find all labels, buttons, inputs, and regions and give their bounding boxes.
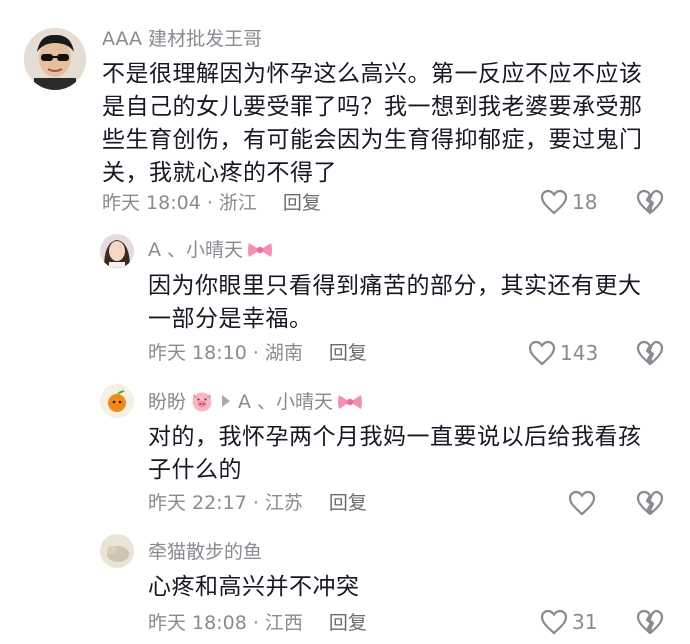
comment-username[interactable]: A 、小晴天	[148, 238, 273, 266]
comment-time-location: 昨天 18:10 · 湖南	[148, 342, 303, 364]
broken-heart-icon	[636, 189, 664, 215]
comment-time-location: 昨天 22:17 · 江苏	[148, 492, 303, 514]
avatar[interactable]	[100, 534, 134, 568]
heart-outline-icon	[540, 609, 568, 635]
heart-outline-icon	[568, 490, 596, 516]
comment-meta: 昨天 18:04 · 浙江 回复	[102, 191, 321, 215]
like-count: 143	[560, 341, 599, 365]
comment-text: 因为你眼里只看得到痛苦的部分，其实还有更大一部分是幸福。	[148, 273, 642, 332]
comment-username[interactable]: 盼盼 A 、小晴天	[148, 390, 363, 418]
avatar-beige	[100, 534, 134, 568]
reply-button[interactable]: 回复	[329, 342, 367, 364]
comment-meta: 昨天 18:10 · 湖南 回复	[148, 341, 367, 365]
avatar[interactable]	[100, 234, 134, 268]
reply-button[interactable]: 回复	[283, 192, 321, 214]
dislike-button[interactable]	[636, 189, 664, 215]
avatar-person-sunglasses	[24, 28, 86, 90]
comment-meta: 昨天 22:17 · 江苏 回复	[148, 491, 367, 515]
like-button[interactable]: 143	[528, 340, 598, 366]
broken-heart-icon	[636, 490, 664, 516]
avatar[interactable]	[100, 384, 134, 418]
reply-button[interactable]: 回复	[329, 492, 367, 514]
heart-outline-icon	[540, 189, 568, 215]
comment-time-location: 昨天 18:04 · 浙江	[102, 192, 257, 214]
like-button[interactable]: 31	[540, 609, 597, 635]
avatar[interactable]	[24, 28, 86, 90]
comment-username[interactable]: 牵猫散步的鱼	[148, 540, 262, 564]
pink-bow-icon	[247, 240, 273, 266]
comment-username[interactable]: AAA 建材批发王哥	[102, 27, 262, 51]
like-count: 31	[572, 610, 598, 634]
dislike-button[interactable]	[636, 490, 664, 516]
heart-outline-icon	[528, 340, 556, 366]
like-button[interactable]: 18	[540, 189, 597, 215]
avatar-orange	[100, 384, 134, 418]
dislike-button[interactable]	[636, 340, 664, 366]
pig-face-icon	[190, 390, 214, 418]
broken-heart-icon	[636, 609, 664, 635]
reply-to-username[interactable]: A 、小晴天	[238, 391, 333, 413]
dislike-button[interactable]	[636, 609, 664, 635]
reply-button[interactable]: 回复	[329, 612, 367, 634]
comment-text: 对的，我怀孕两个月我妈一直要说以后给我看孩子什么的	[148, 424, 642, 483]
comment-text: 心疼和高兴并不冲突	[148, 574, 360, 600]
like-count: 18	[572, 190, 598, 214]
avatar-girl	[100, 234, 134, 268]
like-button[interactable]	[568, 490, 600, 516]
broken-heart-icon	[636, 340, 664, 366]
comment-text: 不是很理解因为怀孕这么高兴。第一反应不应不应该是自己的女儿要受罪了吗？我一想到我…	[102, 61, 643, 186]
comment-time-location: 昨天 18:08 · 江西	[148, 612, 303, 634]
reply-arrow-icon	[222, 395, 231, 407]
comment-meta: 昨天 18:08 · 江西 回复	[148, 611, 367, 635]
pink-bow-icon	[337, 392, 363, 418]
